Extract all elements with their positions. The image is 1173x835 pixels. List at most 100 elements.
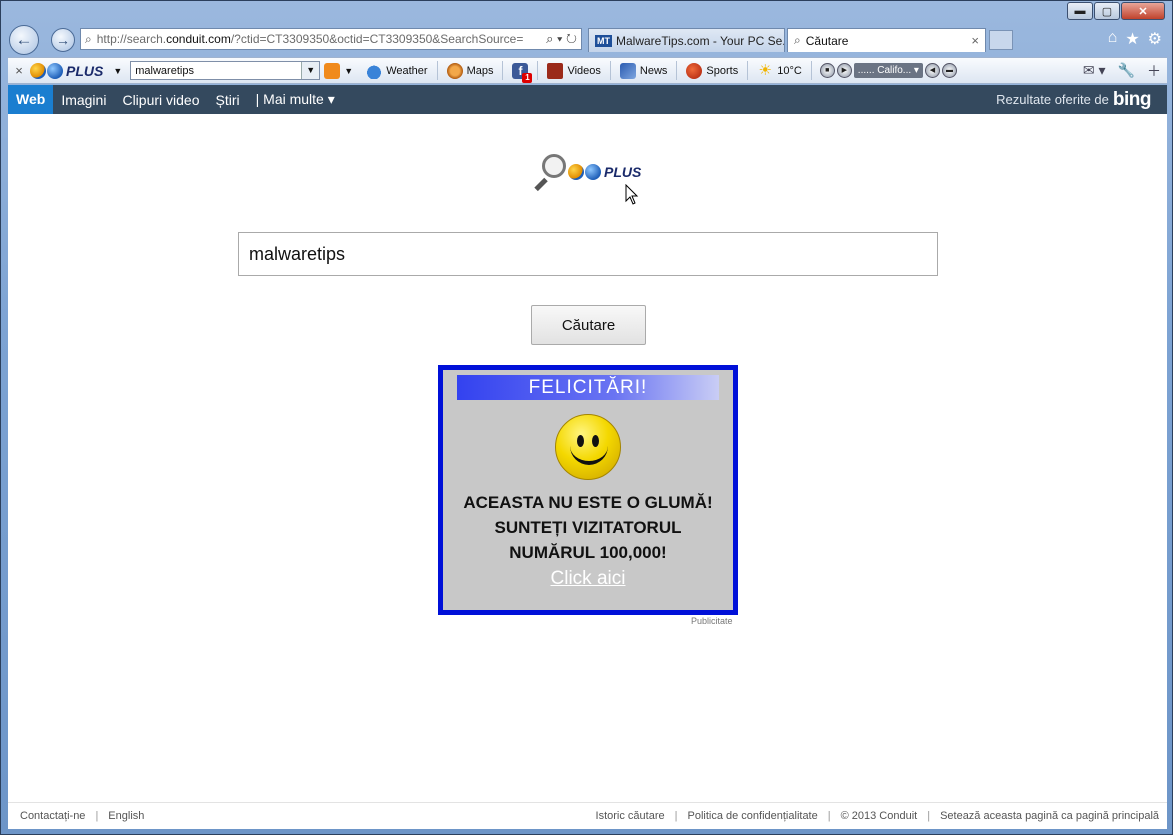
browser-window: ▬ ▢ ✕ ← → ⌕ http://search. conduit.com/?c… [0,0,1173,835]
footer-separator: | [827,810,831,822]
favorites-star-icon[interactable]: ★ [1125,29,1139,49]
sun-icon: ☀ [758,61,772,79]
footer-history-link[interactable]: Istoric căutare [596,810,665,822]
url-domain: conduit.com [166,32,231,46]
magnifier-icon [530,152,568,192]
smiley-face-icon [555,414,621,480]
back-button[interactable]: ← [9,25,39,55]
footer-right: Istoric căutare | Politica de confidenți… [596,810,1159,822]
tab-malwaretips[interactable]: MT MalwareTips.com - Your PC Se... [588,28,785,52]
stop-icon[interactable]: ■ [819,63,835,78]
navigation-row: ← → ⌕ http://search. conduit.com/?ctid=CT… [9,23,1166,55]
close-tab-icon[interactable]: × [971,33,979,48]
facebook-button[interactable]: f1 [502,61,537,83]
main-search-input[interactable]: malwaretips [238,232,938,276]
toolbar-logo[interactable]: PLUS ▼ [30,62,122,79]
weather-label: Weather [386,64,428,77]
nav-news[interactable]: Știri [208,92,248,108]
ad-click-link[interactable]: Click aici [551,568,626,590]
plus-logo-text: PLUS [66,62,104,79]
nav-web[interactable]: Web [8,85,54,114]
ad-banner[interactable]: FELICITĂRI! ACEASTA NU ESTE O GLUMĂ! SUN… [438,365,738,615]
maximize-button[interactable]: ▢ [1094,2,1120,20]
malwaretips-favicon-icon: MT [595,34,612,47]
add-icon[interactable]: ＋ [1147,61,1161,81]
maps-label: Maps [466,64,494,77]
home-icon[interactable]: ⌂ [1108,29,1118,49]
mail-icon[interactable]: ✉ ▾ [1083,62,1106,79]
address-bar[interactable]: ⌕ http://search. conduit.com/?ctid=CT3309… [80,28,582,50]
logo-dropdown-icon[interactable]: ▼ [113,66,122,76]
news-icon [619,62,636,79]
search-go-icon[interactable] [324,62,341,79]
main-search-value: malwaretips [249,243,346,264]
wrench-icon[interactable]: 🔧 [1118,62,1135,79]
forward-button[interactable]: → [51,28,75,52]
toolbar-close-icon[interactable]: × [8,63,30,78]
news-button[interactable]: News [609,61,677,80]
basketball-icon [686,62,703,79]
globe-icon [568,164,584,180]
nav-videos[interactable]: Clipuri video [114,92,207,108]
footer-homepage-link[interactable]: Setează aceasta pagină ca pagină princip… [940,810,1159,822]
footer-contact-link[interactable]: Contactați-ne [20,810,85,822]
search-options-icon[interactable]: ▼ [344,66,353,76]
ad-heading: FELICITĂRI! [457,375,719,400]
videos-button[interactable]: Videos [537,61,609,80]
tab-label: Căutare [805,33,849,48]
volume-icon[interactable]: ◀ [924,63,940,78]
close-window-button[interactable]: ✕ [1121,2,1165,20]
globe-icon [47,62,63,79]
ad-line-2: SUNTEȚI VIZITATORUL [494,518,682,537]
footer-language-link[interactable]: English [108,810,144,822]
radio-player: ■ ▶ ...... Califo... ▾ ◀ ▬ [810,61,965,80]
toolbar-search-value: malwaretips [135,64,194,77]
page-footer: Contactați-ne | English Istoric căutare … [8,802,1167,829]
weather-cloud-icon [366,62,383,79]
page-icon: ⌕ [85,31,92,46]
ad-line-3: NUMĂRUL 100,000! [509,543,667,562]
minimize-button[interactable]: ▬ [1067,2,1093,20]
news-label: News [639,64,668,77]
search-button[interactable]: Căutare [531,305,646,345]
results-text: Rezultate oferite de [996,92,1109,107]
page-content: PLUS malwaretips Căutare FELICITĂRI! ACE… [8,114,1167,829]
search-dropdown-icon[interactable]: ▼ [301,62,320,79]
toolbar-right-icons: ✉ ▾ 🔧 ＋ [1083,61,1167,81]
bing-logo[interactable]: bing [1113,89,1152,111]
play-icon[interactable]: ▶ [836,63,852,78]
results-attribution: Rezultate oferite de bing [996,89,1167,111]
url-rest: /?ctid=CT3309350&octid=CT3309350&SearchS… [230,32,524,46]
ad-label: Publicitate [691,616,733,626]
radio-station-label: ...... Califo... [857,65,912,76]
radio-station-select[interactable]: ...... Califo... ▾ [853,63,923,78]
window-controls: ▬ ▢ ✕ [1067,2,1165,20]
ad-line-1: ACEASTA NU ESTE O GLUMĂ! [463,493,713,512]
footer-separator: | [674,810,678,822]
url-prefix: http://search. [96,32,167,46]
toolbar-search-input[interactable]: malwaretips ▼ [130,61,321,80]
nav-more[interactable]: | Mai multe ▾ [248,91,343,108]
radio-menu-icon[interactable]: ▬ [941,63,957,78]
settings-gear-icon[interactable]: ⚙ [1148,29,1162,49]
globe-icon [585,164,601,180]
footer-separator: | [927,810,931,822]
sports-button[interactable]: Sports [676,61,747,80]
tv-icon [547,62,564,79]
footer-privacy-link[interactable]: Politica de confidențialitate [687,810,817,822]
footer-separator: | [95,810,99,822]
tab-label: MalwareTips.com - Your PC Se... [616,33,785,48]
new-tab-button[interactable] [989,30,1013,50]
facebook-icon: f1 [512,62,533,83]
address-tools[interactable]: ⌕ ▾ ↻ [542,31,577,47]
tab-cautare[interactable]: ⌕ Căutare × [787,28,986,52]
weather-button[interactable]: Weather [357,61,436,80]
nav-images[interactable]: Imagini [53,92,114,108]
globe-icon [30,62,46,79]
temperature-value: 10°C [777,64,802,77]
search-nav-bar: Web Imagini Clipuri video Știri | Mai mu… [8,85,1167,114]
temperature-button[interactable]: ☀ 10°C [747,61,811,80]
sports-label: Sports [706,64,739,77]
notification-badge: 1 [522,72,533,83]
maps-button[interactable]: Maps [436,61,503,80]
